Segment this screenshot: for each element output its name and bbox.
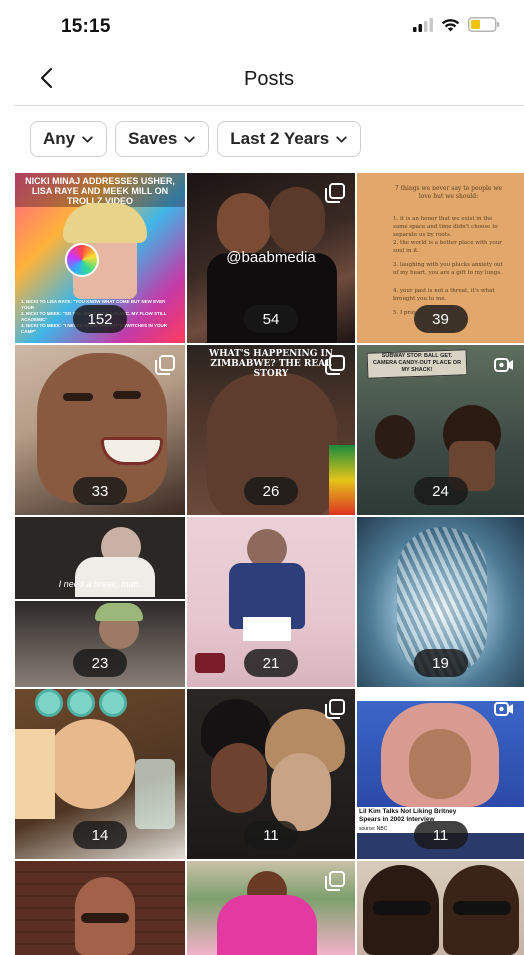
speech-bubble-text: SUBWAY STOP. BALL GET. CAMERA CANDY-OUT …	[372, 353, 462, 373]
page-title: Posts	[243, 68, 295, 90]
post-caption: NICKI MINAJ ADDRESSES USHER, LISA RAYE A…	[25, 176, 175, 206]
status-bar: 15:15	[0, 0, 524, 52]
carousel-icon	[325, 183, 345, 203]
post-thumbnail[interactable]: I need a break, man. 23	[15, 517, 185, 687]
filter-any-label: Any	[43, 129, 76, 148]
post-count-badge: 54	[244, 305, 298, 333]
post-line: 2. the world is a better place with your…	[393, 240, 502, 254]
post-count-badge: 26	[244, 477, 298, 505]
post-count-badge: 23	[73, 649, 127, 677]
post-thumbnail[interactable]: 14	[15, 689, 185, 859]
cellular-signal-icon	[413, 17, 433, 32]
post-thumbnail[interactable]: NICKI MINAJ ADDRESSES USHER, LISA RAYE A…	[15, 173, 185, 343]
chevron-down-icon	[184, 135, 195, 143]
chevron-down-icon	[82, 135, 93, 143]
chevron-down-icon	[336, 135, 347, 143]
battery-icon	[468, 17, 500, 32]
post-thumbnail[interactable]: WHAT'S HAPPENING IN ZIMBABWE? THE REAL S…	[187, 345, 355, 515]
post-thumbnail[interactable]: 33	[15, 345, 185, 515]
reel-video-icon	[494, 358, 513, 372]
post-title: 7 things we never say to people we love …	[394, 185, 503, 200]
carousel-icon	[325, 355, 345, 375]
post-count-badge: 152	[73, 305, 127, 333]
post-thumbnail[interactable]	[187, 861, 355, 955]
post-thumbnail[interactable]: @baabmedia 54	[187, 173, 355, 343]
carousel-icon	[155, 355, 175, 375]
filter-saves-label: Saves	[128, 129, 178, 148]
filter-any-dropdown[interactable]: Any	[30, 121, 108, 157]
news-headline: Lil Kim Talks Not Liking Britney Spears …	[359, 808, 457, 823]
carousel-icon	[325, 699, 345, 719]
wifi-icon	[441, 18, 460, 31]
post-thumbnail[interactable]: 7 things we never say to people we love …	[357, 173, 524, 343]
post-thumbnail[interactable]: 19	[357, 517, 524, 687]
filter-date-range-label: Last 2 Years	[230, 129, 330, 148]
post-line: 3. laughing with you plucks anxiety out …	[393, 262, 503, 276]
post-count-badge: 39	[413, 305, 468, 333]
filter-date-range-dropdown[interactable]: Last 2 Years	[217, 121, 362, 157]
filter-bar: Any Saves Last 2 Years	[30, 121, 362, 157]
post-thumbnail[interactable]: SUBWAY STOP. BALL GET. CAMERA CANDY-OUT …	[357, 345, 524, 515]
video-subtitle: I need a break, man.	[58, 579, 142, 589]
reel-video-icon	[494, 702, 513, 716]
post-thumbnail[interactable]: 11	[187, 689, 355, 859]
status-time: 15:15	[61, 16, 111, 37]
filter-saves-dropdown[interactable]: Saves	[115, 121, 210, 157]
post-count-badge: 14	[73, 821, 127, 849]
post-line: 4. your past is not a threat, it's what …	[393, 288, 495, 302]
carousel-icon	[325, 871, 345, 891]
post-thumbnail[interactable]: 21	[187, 517, 355, 687]
post-count-badge: 19	[413, 649, 468, 677]
watermark-text: @baabmedia	[226, 249, 316, 266]
news-source: source: NBC	[359, 826, 388, 832]
post-thumbnail[interactable]: Lil Kim Talks Not Liking Britney Spears …	[357, 689, 524, 859]
post-count-badge: 21	[244, 649, 298, 677]
navigation-bar: Posts	[14, 52, 524, 106]
post-thumbnail[interactable]	[15, 861, 185, 955]
post-line: 1. it is an honor that we exist in the s…	[393, 216, 498, 238]
post-thumbnail[interactable]	[357, 861, 524, 955]
status-icons	[413, 17, 500, 32]
post-count-badge: 11	[244, 821, 298, 849]
post-count-badge: 11	[413, 821, 468, 849]
post-caption: WHAT'S HAPPENING IN ZIMBABWE? THE REAL S…	[209, 349, 333, 379]
post-count-badge: 24	[413, 477, 468, 505]
posts-grid: NICKI MINAJ ADDRESSES USHER, LISA RAYE A…	[15, 173, 524, 955]
post-count-badge: 33	[73, 477, 127, 505]
